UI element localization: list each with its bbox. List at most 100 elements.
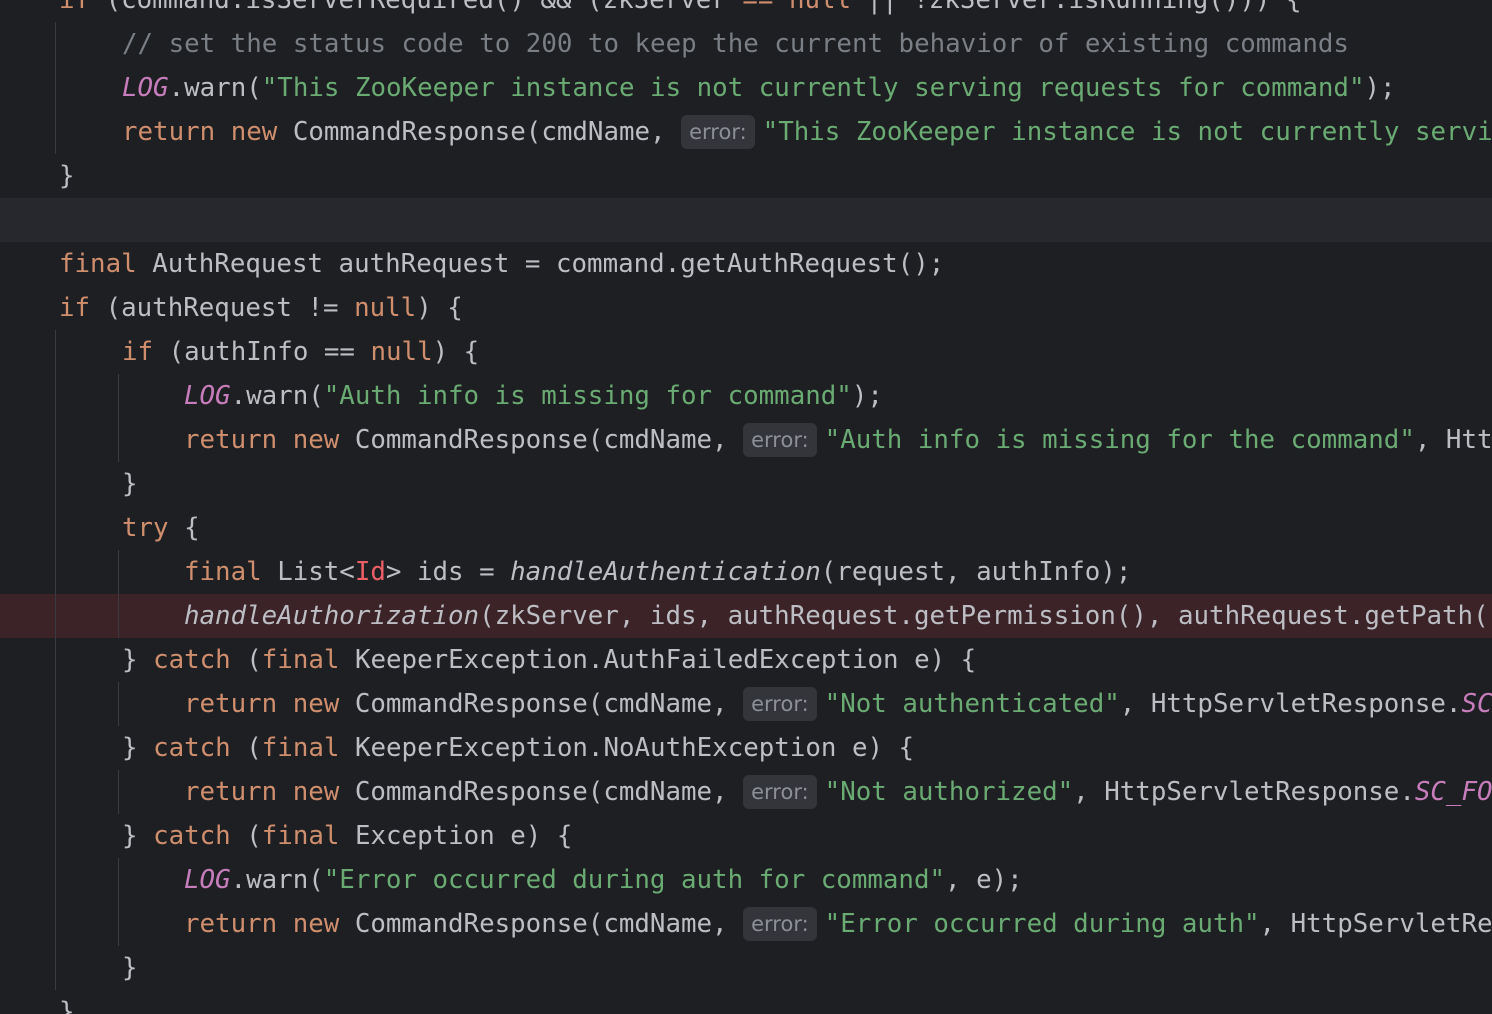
code-token-str: "Auth info is missing for command": [323, 381, 852, 411]
code-token-static: SC_UNAUTHORIZED: [1461, 689, 1492, 719]
code-token-plain: }: [59, 161, 75, 191]
code-line[interactable]: }: [0, 946, 1492, 990]
code-line-text: LOG.warn("Auth info is missing for comma…: [184, 374, 883, 418]
indent-guide: [55, 330, 56, 990]
code-token-plain: CommandResponse(cmdName,: [354, 425, 744, 455]
code-token-kw: if: [59, 293, 106, 323]
parameter-name-hint: error:: [681, 115, 755, 149]
code-line-text: } catch (final KeeperException.AuthFaile…: [122, 638, 976, 682]
parameter-name-hint: error:: [743, 687, 817, 721]
code-line[interactable]: try {: [0, 506, 1492, 550]
code-token-plain: (authRequest !=: [105, 293, 355, 323]
code-token-cmt: // set the status code to 200 to keep th…: [122, 29, 1349, 59]
code-token-kw: return new: [184, 777, 355, 807]
code-line-text: } catch (final Exception e) {: [122, 814, 572, 858]
code-line[interactable]: LOG.warn("This ZooKeeper instance is not…: [0, 66, 1492, 110]
code-token-plain: (: [246, 645, 262, 675]
code-token-kw: null: [354, 293, 417, 323]
code-token-plain: CommandResponse(cmdName,: [292, 117, 682, 147]
code-token-static: LOG: [184, 381, 231, 411]
code-editor[interactable]: if (command.isServerRequired() && (zkSer…: [0, 0, 1492, 1014]
code-line[interactable]: if (authInfo == null) {: [0, 330, 1492, 374]
code-line-text: return new CommandResponse(cmdName, erro…: [184, 418, 1492, 462]
code-line[interactable]: LOG.warn("Error occurred during auth for…: [0, 858, 1492, 902]
code-token-kw: try: [122, 513, 185, 543]
code-line-text: return new CommandResponse(cmdName, erro…: [184, 902, 1492, 946]
code-line-text: return new CommandResponse(cmdName, erro…: [184, 770, 1492, 814]
code-token-plain: , HttpServletResponse.: [1119, 689, 1462, 719]
code-line[interactable]: final AuthRequest authRequest = command.…: [0, 242, 1492, 286]
code-token-plain: {: [184, 513, 200, 543]
code-token-static: LOG: [122, 73, 169, 103]
code-line[interactable]: LOG.warn("Auth info is missing for comma…: [0, 374, 1492, 418]
code-line-text: }: [59, 990, 75, 1014]
code-line-text: final AuthRequest authRequest = command.…: [59, 242, 944, 286]
code-line[interactable]: if (authRequest != null) {: [0, 286, 1492, 330]
code-line[interactable]: }: [0, 462, 1492, 506]
code-token-kw: catch: [153, 733, 247, 763]
code-line-text: final List<Id> ids = handleAuthenticatio…: [184, 550, 1131, 594]
code-line-text: return new CommandResponse(cmdName, erro…: [122, 110, 1492, 154]
code-token-plain: }: [59, 997, 75, 1014]
code-token-str: "Error occurred during auth": [824, 909, 1260, 939]
code-token-kw: final: [261, 821, 355, 851]
code-token-plain: ) {: [416, 293, 463, 323]
code-token-plain: AuthRequest authRequest = command.getAut…: [152, 249, 945, 279]
code-token-kw: return new: [184, 425, 355, 455]
indent-guide: [118, 682, 119, 726]
code-token-fn: handleAuthentication: [510, 557, 821, 587]
code-token-kw: final: [59, 249, 153, 279]
code-token-kw: final: [261, 733, 355, 763]
code-token-kw: return new: [184, 909, 355, 939]
code-token-plain: || !zkServer.isRunning())) {: [866, 0, 1302, 15]
code-token-plain: .warn(: [230, 865, 324, 895]
code-line[interactable]: if (command.isServerRequired() && (zkSer…: [0, 0, 1492, 22]
code-token-plain: , HttpServletResponse.: [1073, 777, 1415, 807]
code-line[interactable]: final List<Id> ids = handleAuthenticatio…: [0, 550, 1492, 594]
code-token-kw: final: [261, 645, 355, 675]
code-token-plain: List<: [277, 557, 355, 587]
code-token-plain: CommandResponse(cmdName,: [354, 689, 744, 719]
code-line-breakpoint[interactable]: handleAuthorization(zkServer, ids, authR…: [0, 594, 1492, 638]
code-token-kw: final: [184, 557, 278, 587]
code-token-type: Id: [354, 557, 386, 587]
parameter-name-hint: error:: [743, 907, 817, 941]
code-line[interactable]: return new CommandResponse(cmdName, erro…: [0, 110, 1492, 154]
code-token-kw: if: [59, 0, 106, 15]
code-token-plain: ) {: [432, 337, 480, 367]
code-line-text: }: [122, 946, 138, 990]
indent-guide: [118, 550, 119, 638]
code-token-kw: return new: [122, 117, 293, 147]
indent-guide: [55, 22, 56, 154]
code-token-plain: , HttpServletResponse: [1259, 909, 1492, 939]
code-token-kw: null: [370, 337, 433, 367]
code-token-fn: handleAuthorization: [184, 601, 480, 631]
code-line[interactable]: }: [0, 990, 1492, 1014]
code-line-text: if (authRequest != null) {: [59, 286, 463, 330]
code-line-text: } catch (final KeeperException.NoAuthExc…: [122, 726, 914, 770]
code-line[interactable]: } catch (final KeeperException.NoAuthExc…: [0, 726, 1492, 770]
code-line-text: return new CommandResponse(cmdName, erro…: [184, 682, 1492, 726]
code-token-plain: .warn(: [230, 381, 324, 411]
code-line[interactable]: } catch (final KeeperException.AuthFaile…: [0, 638, 1492, 682]
code-token-plain: (: [246, 733, 262, 763]
code-token-plain: , HttpServletResponse: [1414, 425, 1492, 455]
code-token-str: "Not authorized": [824, 777, 1074, 807]
code-line[interactable]: return new CommandResponse(cmdName, erro…: [0, 902, 1492, 946]
code-token-plain: );: [851, 381, 883, 411]
indent-guide: [118, 858, 119, 946]
code-token-kw: if: [122, 337, 169, 367]
code-line[interactable]: }: [0, 154, 1492, 198]
code-line[interactable]: return new CommandResponse(cmdName, erro…: [0, 418, 1492, 462]
code-line-text: }: [122, 462, 138, 506]
code-line-text: if (authInfo == null) {: [122, 330, 479, 374]
code-line-text: }: [59, 154, 75, 198]
code-token-kw: catch: [153, 645, 247, 675]
code-line[interactable]: // set the status code to 200 to keep th…: [0, 22, 1492, 66]
code-token-str: "Not authenticated": [824, 689, 1120, 719]
code-line[interactable]: return new CommandResponse(cmdName, erro…: [0, 770, 1492, 814]
code-line[interactable]: return new CommandResponse(cmdName, erro…: [0, 682, 1492, 726]
code-token-kw: catch: [153, 821, 247, 851]
code-line-current[interactable]: [0, 198, 1492, 242]
code-line[interactable]: } catch (final Exception e) {: [0, 814, 1492, 858]
